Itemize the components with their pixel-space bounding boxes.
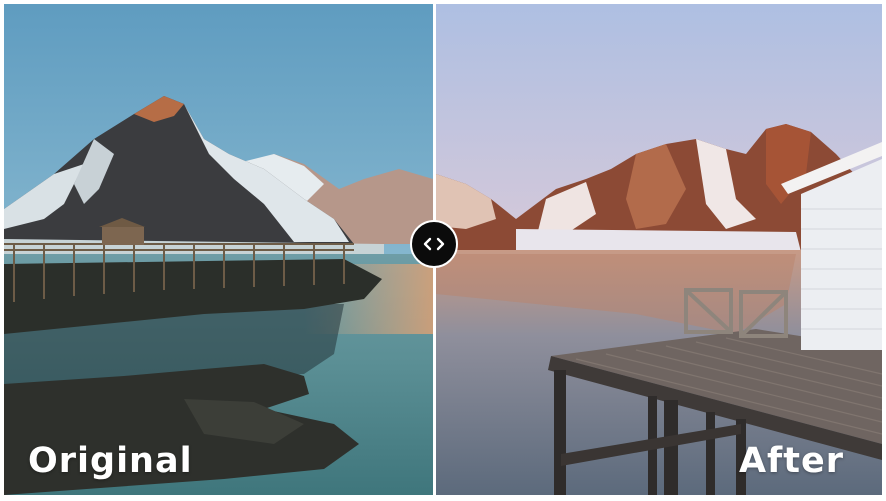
before-after-comparison[interactable]: Original After bbox=[4, 4, 882, 495]
chevrons-left-right-icon bbox=[421, 236, 447, 252]
after-label: After bbox=[738, 441, 844, 481]
original-label: Original bbox=[28, 441, 193, 481]
slider-handle[interactable] bbox=[410, 220, 458, 268]
original-image bbox=[4, 4, 433, 495]
after-image bbox=[436, 4, 882, 495]
